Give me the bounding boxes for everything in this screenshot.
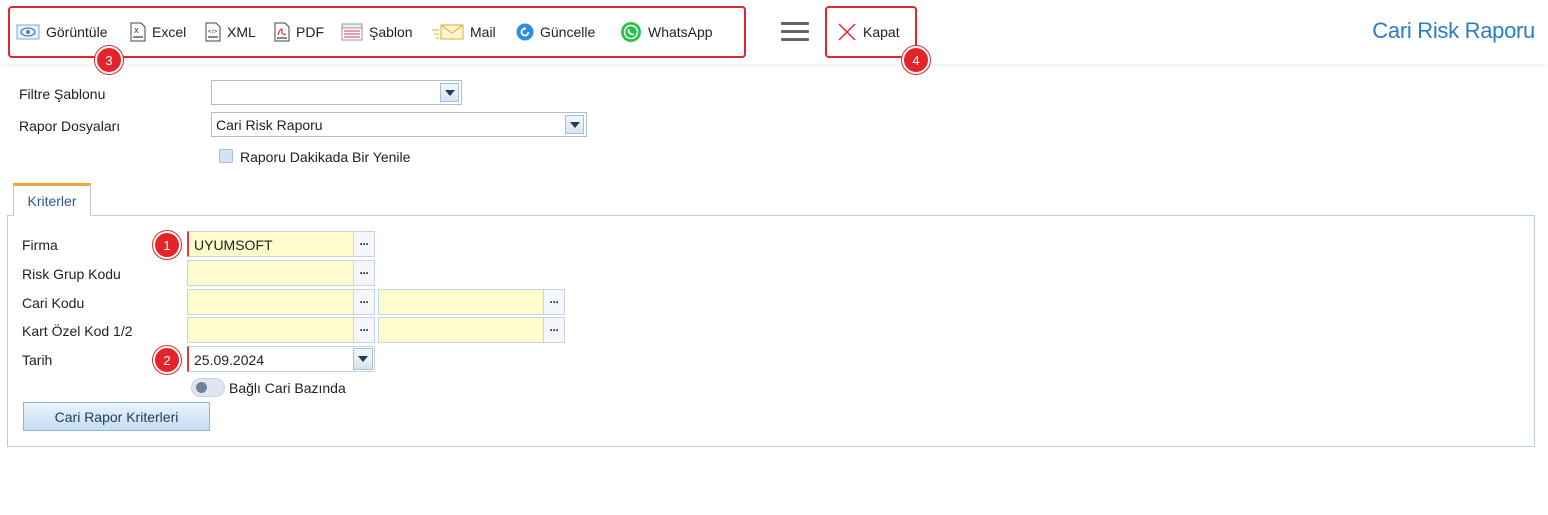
risk-group-label: Risk Grup Kodu <box>22 266 121 282</box>
risk-group-lookup-button[interactable]: ··· <box>353 260 375 286</box>
template-button[interactable]: Şablon <box>341 8 413 56</box>
template-label: Şablon <box>369 24 413 40</box>
tarih-label: Tarih <box>22 352 53 368</box>
pdf-icon <box>274 22 290 42</box>
mail-label: Mail <box>470 24 496 40</box>
annotation-badge-3: 3 <box>95 46 123 74</box>
toolbar-close-group: Kapat <box>825 6 917 58</box>
whatsapp-icon <box>621 22 641 42</box>
close-icon <box>838 23 856 41</box>
page-title: Cari Risk Raporu <box>1372 18 1535 43</box>
xml-button[interactable]: </> XML <box>205 8 256 56</box>
refresh-button[interactable]: Güncelle <box>516 8 595 56</box>
cari-kodu-to-input[interactable] <box>378 289 544 315</box>
refresh-label: Güncelle <box>540 24 596 40</box>
mail-button[interactable]: Mail <box>432 8 496 56</box>
cari-report-criteria-button[interactable]: Cari Rapor Kriterleri <box>23 402 210 431</box>
calendar-dropdown-icon[interactable] <box>353 348 373 370</box>
kart-ozel-2-input[interactable] <box>378 317 544 343</box>
view-label: Görüntüle <box>46 24 108 40</box>
annotation-badge-4: 4 <box>902 46 930 74</box>
eye-icon <box>16 24 40 40</box>
kart-ozel-label: Kart Özel Kod 1/2 <box>22 323 133 339</box>
whatsapp-label: WhatsApp <box>648 24 713 40</box>
kart-ozel-2-lookup-button[interactable]: ··· <box>543 317 565 343</box>
excel-label: Excel <box>152 24 187 40</box>
firma-input[interactable]: UYUMSOFT <box>187 231 354 257</box>
filter-template-select[interactable] <box>211 80 462 105</box>
report-files-label: Rapor Dosyaları <box>19 118 121 134</box>
template-icon <box>341 23 363 41</box>
mail-icon <box>432 24 464 40</box>
firma-value: UYUMSOFT <box>194 237 273 253</box>
tarih-date-input[interactable]: 25.09.2024 <box>187 346 375 372</box>
xml-label: XML <box>227 24 256 40</box>
tarih-value: 25.09.2024 <box>194 352 265 368</box>
report-files-select[interactable]: Cari Risk Raporu <box>211 112 587 137</box>
cari-kodu-label: Cari Kodu <box>22 295 85 311</box>
cari-kodu-from-lookup-button[interactable]: ··· <box>353 289 375 315</box>
excel-icon: X <box>130 22 146 42</box>
menu-icon[interactable] <box>781 22 809 42</box>
close-label: Kapat <box>863 24 900 40</box>
firma-label: Firma <box>22 237 58 253</box>
cari-kodu-from-input[interactable] <box>187 289 354 315</box>
view-button[interactable]: Görüntüle <box>16 8 107 56</box>
filter-template-label: Filtre Şablonu <box>19 86 106 102</box>
auto-refresh-checkbox[interactable] <box>219 149 233 163</box>
whatsapp-button[interactable]: WhatsApp <box>620 8 713 56</box>
kart-ozel-1-lookup-button[interactable]: ··· <box>353 317 375 343</box>
close-button[interactable]: Kapat <box>837 8 900 56</box>
annotation-badge-1: 1 <box>153 231 181 259</box>
firma-lookup-button[interactable]: ··· <box>353 231 375 257</box>
tab-criteria[interactable]: Kriterler <box>13 183 91 216</box>
xml-icon: </> <box>205 22 221 42</box>
kart-ozel-1-input[interactable] <box>187 317 354 343</box>
excel-button[interactable]: X Excel <box>130 8 186 56</box>
pdf-label: PDF <box>296 24 324 40</box>
svg-text:X: X <box>134 27 139 35</box>
report-files-value: Cari Risk Raporu <box>216 117 323 133</box>
bagli-cari-toggle[interactable] <box>191 378 225 397</box>
chevron-down-icon[interactable] <box>440 83 459 102</box>
bagli-cari-label: Bağlı Cari Bazında <box>229 380 346 396</box>
cari-kodu-to-lookup-button[interactable]: ··· <box>543 289 565 315</box>
pdf-button[interactable]: PDF <box>274 8 324 56</box>
risk-group-input[interactable] <box>187 260 354 286</box>
annotation-badge-2: 2 <box>153 346 181 374</box>
chevron-down-icon[interactable] <box>565 115 584 134</box>
refresh-icon <box>516 23 534 41</box>
svg-text:</>: </> <box>208 29 218 35</box>
auto-refresh-label: Raporu Dakikada Bir Yenile <box>240 149 411 165</box>
toolbar: Görüntüle X Excel </> XML PDF Şablon Mai… <box>0 0 1548 64</box>
